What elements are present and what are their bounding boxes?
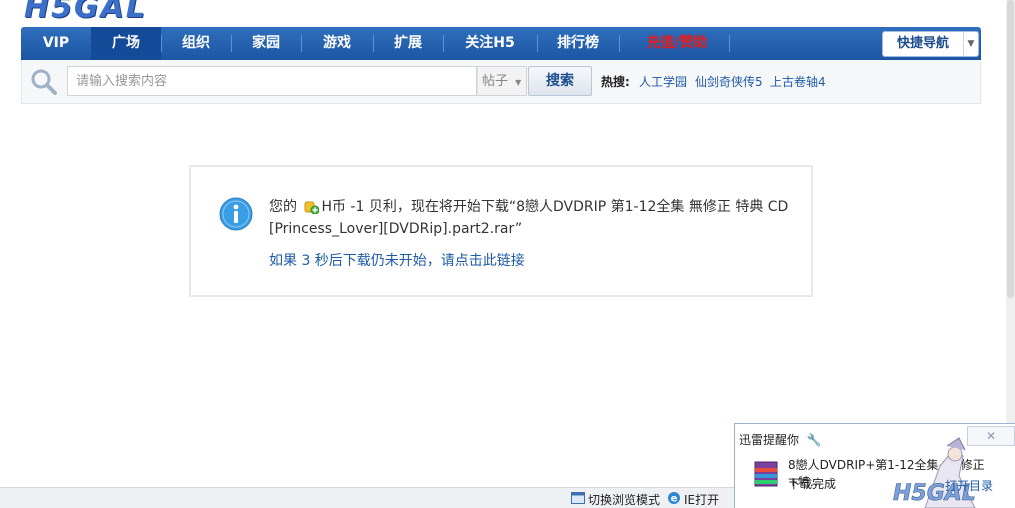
nav-item-games[interactable]: 游戏 [301,27,373,60]
switch-browser-mode-button[interactable]: 切换浏览模式 [588,491,660,508]
nav-item-plaza[interactable]: 广场 [91,27,161,60]
svg-text:e: e [671,494,678,505]
nav-item-ranking[interactable]: 排行榜 [537,27,619,60]
browser-mode-icon [571,492,585,504]
nav-divider [729,35,730,52]
rar-file-icon [754,461,778,487]
quick-nav-dropdown[interactable]: 快捷导航 ▼ [882,31,979,57]
hot-search-link[interactable]: 仙剑奇侠传5 [695,73,763,90]
quick-nav-label: 快捷导航 [897,36,950,51]
hot-search-link[interactable]: 人工学园 [639,73,687,90]
hot-search-label: 热搜: [601,75,630,89]
wrench-icon: 🔧 [806,433,822,447]
popup-title: 迅雷提醒你 🔧 [739,431,822,448]
message-prefix: 您的 [269,199,297,215]
nav-divider [619,35,620,52]
nav-item-follow[interactable]: 关注H5 [443,27,537,60]
site-logo[interactable]: H5GAL [24,0,184,25]
hot-search-link[interactable]: 上古卷轴4 [770,73,826,90]
popup-status: 下载完成 [788,477,837,491]
chevron-down-icon: ▼ [515,78,522,87]
open-folder-link[interactable]: 打开目录 [945,477,993,494]
coin-icon [304,201,320,214]
open-in-ie-button[interactable]: IE打开 [684,491,719,508]
nav-item-vip[interactable]: VIP [21,27,91,60]
scrollbar-thumb[interactable] [1007,0,1014,298]
nav-item-recharge[interactable]: 充值/赞助 [625,27,729,60]
search-type-label: 帖子 [482,74,509,89]
search-input[interactable]: 请输入搜索内容 [67,66,477,96]
search-button[interactable]: 搜索 [528,66,592,96]
chevron-down-icon[interactable]: ▼ [963,32,978,56]
thunder-notification-popup: 迅雷提醒你 🔧 ✕ 8戀人DVDRIP+第1-12全集+無修正+特... 下载完… [734,423,1015,508]
info-icon [219,197,253,231]
nav-item-home[interactable]: 家园 [231,27,301,60]
message-body: H币 -1 贝利，现在将开始下载“8戀人DVDRIP 第1-12全集 無修正 特… [269,199,789,237]
ie-icon: e [668,492,680,505]
mascot-image: H5GAL [893,437,976,508]
retry-download-link[interactable]: 如果 3 秒后下载仍未开始，请点击此链接 [269,250,525,270]
download-message-text: 您的 H币 -1 贝利，现在将开始下载“8戀人DVDRIP 第1-12全集 無修… [269,196,789,240]
nav-item-extensions[interactable]: 扩展 [373,27,443,60]
nav-item-groups[interactable]: 组织 [161,27,231,60]
main-nav: VIP 广场 组织 家园 游戏 扩展 关注H5 排行榜 充值/赞助 快捷导航 ▼ [21,27,981,60]
download-message-box: 您的 H币 -1 贝利，现在将开始下载“8戀人DVDRIP 第1-12全集 無修… [189,165,813,297]
search-bar: 请输入搜索内容 帖子 ▼ 搜索 热搜: 人工学园 仙剑奇侠传5 上古卷轴4 [21,60,981,104]
popup-title-text: 迅雷提醒你 [739,433,800,447]
search-icon [31,69,57,95]
search-type-select[interactable]: 帖子 ▼ [477,66,527,96]
